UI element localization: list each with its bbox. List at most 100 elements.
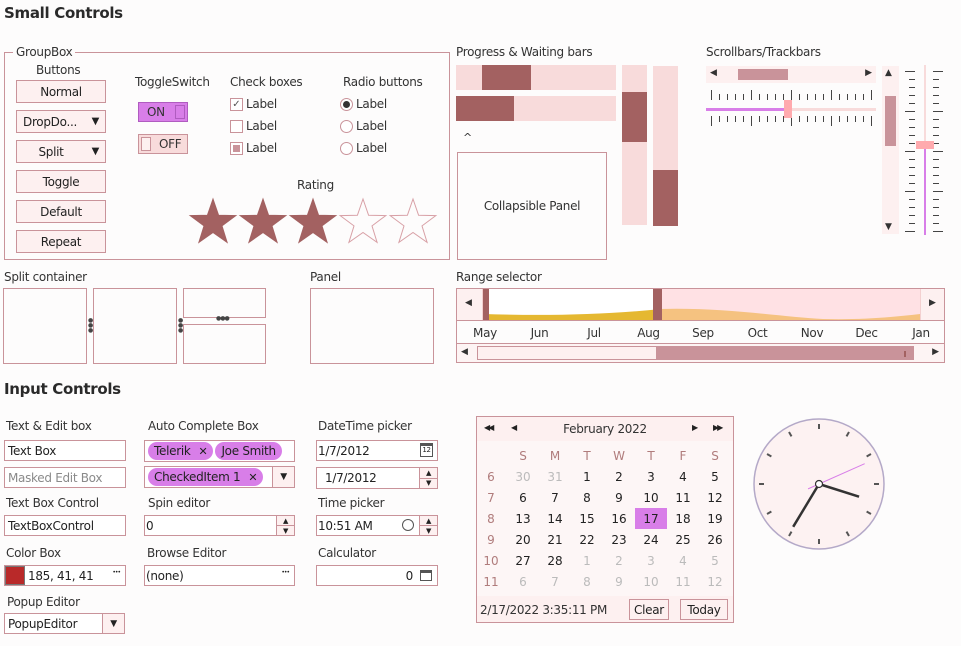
spin-up-icon[interactable]: ▲ bbox=[277, 516, 294, 526]
color-swatch[interactable] bbox=[5, 566, 25, 585]
calendar-day[interactable]: 9 bbox=[603, 571, 635, 592]
splitter-grip-icon[interactable]: ●●● bbox=[216, 315, 230, 322]
range-scrollbar[interactable]: ◀ ▶ bbox=[457, 344, 944, 362]
clock-icon[interactable] bbox=[402, 519, 414, 531]
calendar-day[interactable]: 11 bbox=[667, 571, 699, 592]
spin-up-icon[interactable]: ▲ bbox=[420, 516, 437, 526]
color-box[interactable]: 185, 41, 41 ••• bbox=[4, 565, 126, 586]
range-right-button[interactable]: ▶ bbox=[920, 289, 944, 320]
calendar-day[interactable]: 20 bbox=[507, 529, 539, 550]
calendar-day[interactable]: 15 bbox=[571, 508, 603, 529]
scroll-thumb[interactable] bbox=[885, 96, 896, 147]
calendar-day[interactable]: 5 bbox=[699, 550, 731, 571]
calendar-day[interactable]: 11 bbox=[667, 487, 699, 508]
ellipsis-icon[interactable]: ••• bbox=[112, 569, 121, 576]
scroll-left-icon[interactable]: ◀ bbox=[710, 68, 717, 78]
scroll-right-icon[interactable]: ▶ bbox=[932, 347, 939, 357]
ellipsis-icon[interactable]: ••• bbox=[281, 569, 290, 576]
calendar-day[interactable]: 8 bbox=[571, 487, 603, 508]
vertical-scrollbar[interactable]: ▲ ▼ bbox=[882, 66, 899, 234]
range-left-button[interactable]: ◀ bbox=[457, 289, 483, 320]
collapse-chevron-icon[interactable]: ^ bbox=[463, 131, 472, 144]
calendar-day[interactable]: 6 bbox=[507, 571, 539, 592]
rating-control[interactable] bbox=[188, 197, 438, 247]
horizontal-scrollbar[interactable]: ◀ ▶ bbox=[706, 66, 876, 83]
calendar-day[interactable]: 16 bbox=[603, 508, 635, 529]
calendar-day[interactable]: 10 bbox=[635, 571, 667, 592]
calendar-day[interactable]: 19 bbox=[699, 508, 731, 529]
spin-down-icon[interactable]: ▼ bbox=[420, 479, 437, 489]
normal-button[interactable]: Normal bbox=[16, 80, 106, 103]
calendar-day[interactable]: 23 bbox=[603, 529, 635, 550]
scroll-thumb[interactable] bbox=[738, 69, 788, 80]
trackbar-thumb[interactable] bbox=[916, 141, 934, 149]
spin-down-icon[interactable]: ▼ bbox=[420, 526, 437, 535]
masked-edit-box[interactable]: Masked Edit Box bbox=[4, 467, 126, 488]
calendar-day[interactable]: 22 bbox=[571, 529, 603, 550]
calendar-day[interactable]: 4 bbox=[667, 550, 699, 571]
calendar-day[interactable]: 3 bbox=[635, 466, 667, 487]
dropdown-arrow-icon[interactable]: ▼ bbox=[102, 614, 124, 633]
dropdown-arrow-icon[interactable]: ▼ bbox=[272, 467, 294, 487]
toggle-switch-off[interactable]: OFF bbox=[138, 134, 188, 154]
spin-editor[interactable]: 0 ▲ ▼ bbox=[144, 515, 295, 536]
calendar-day[interactable]: 28 bbox=[539, 550, 571, 571]
dropdown-button[interactable]: DropDo... ▼ bbox=[16, 110, 106, 133]
calendar-day[interactable]: 2 bbox=[603, 466, 635, 487]
calendar-day[interactable]: 21 bbox=[539, 529, 571, 550]
star-filled-icon[interactable] bbox=[238, 197, 288, 244]
remove-token-icon[interactable]: ✕ bbox=[199, 445, 208, 458]
horizontal-trackbar[interactable] bbox=[706, 88, 876, 132]
calendar-day[interactable]: 12 bbox=[699, 487, 731, 508]
vertical-trackbar[interactable] bbox=[905, 65, 945, 235]
calendar-day[interactable]: 24 bbox=[635, 529, 667, 550]
checked-dropdown[interactable]: CheckedItem 1 ✕ ▼ bbox=[144, 466, 295, 488]
split-button[interactable]: Split ▼ bbox=[16, 140, 106, 163]
scroll-left-icon[interactable]: ◀ bbox=[461, 347, 468, 357]
spin-up-icon[interactable]: ▲ bbox=[420, 468, 437, 479]
datetime-picker[interactable]: 1/7/2012 12 bbox=[316, 440, 438, 461]
calendar-day[interactable]: 14 bbox=[539, 508, 571, 529]
clear-button[interactable]: Clear bbox=[629, 599, 669, 620]
splitter-grip-icon[interactable]: ●●● bbox=[88, 318, 93, 334]
calendar-day[interactable]: 3 bbox=[635, 550, 667, 571]
browse-editor[interactable]: (none) ••• bbox=[144, 565, 295, 586]
toggle-button[interactable]: Toggle bbox=[16, 170, 106, 193]
repeat-button[interactable]: Repeat bbox=[16, 230, 106, 253]
today-button[interactable]: Today bbox=[680, 599, 728, 620]
next-year-icon[interactable]: ▶▶ bbox=[713, 423, 723, 432]
calendar-day[interactable]: 1 bbox=[571, 466, 603, 487]
calculator[interactable]: 0 bbox=[316, 565, 438, 586]
calendar-day[interactable]: 2 bbox=[603, 550, 635, 571]
calendar-day[interactable]: 4 bbox=[667, 466, 699, 487]
calculator-icon[interactable] bbox=[420, 570, 432, 581]
range-selection[interactable] bbox=[483, 289, 661, 320]
default-button[interactable]: Default bbox=[16, 200, 106, 223]
text-box[interactable]: Text Box bbox=[4, 440, 126, 461]
star-filled-icon[interactable] bbox=[288, 197, 338, 244]
calendar-day-selected[interactable]: 17 bbox=[635, 508, 667, 529]
calendar-day[interactable]: 8 bbox=[571, 571, 603, 592]
calendar-day[interactable]: 30 bbox=[507, 466, 539, 487]
next-month-icon[interactable]: ▶ bbox=[692, 423, 698, 432]
calendar-day[interactable]: 12 bbox=[699, 571, 731, 592]
calendar-day[interactable]: 13 bbox=[507, 508, 539, 529]
scroll-right-icon[interactable]: ▶ bbox=[865, 68, 872, 78]
scroll-down-icon[interactable]: ▼ bbox=[885, 222, 892, 232]
time-picker[interactable]: 10:51 AM ▲ ▼ bbox=[316, 515, 438, 536]
spin-buttons[interactable]: ▲ ▼ bbox=[419, 516, 437, 535]
toggle-switch-on[interactable]: ON bbox=[138, 102, 188, 122]
calendar-day[interactable]: 31 bbox=[539, 466, 571, 487]
remove-token-icon[interactable]: ✕ bbox=[248, 471, 257, 484]
calendar-day[interactable]: 10 bbox=[635, 487, 667, 508]
range-handle-right[interactable] bbox=[653, 289, 662, 320]
range-handle-left[interactable] bbox=[483, 289, 489, 320]
calendar-icon[interactable]: 12 bbox=[420, 443, 433, 457]
textbox-control[interactable]: TextBoxControl bbox=[4, 515, 126, 536]
calendar-day[interactable]: 5 bbox=[699, 466, 731, 487]
spin-buttons[interactable]: ▲ ▼ bbox=[276, 516, 294, 535]
calendar-day[interactable]: 7 bbox=[539, 571, 571, 592]
caret-down-icon[interactable]: ▼ bbox=[92, 146, 100, 157]
autocomplete-box[interactable]: Telerik ✕ Joe Smith bbox=[144, 440, 295, 462]
calendar-day[interactable]: 25 bbox=[667, 529, 699, 550]
